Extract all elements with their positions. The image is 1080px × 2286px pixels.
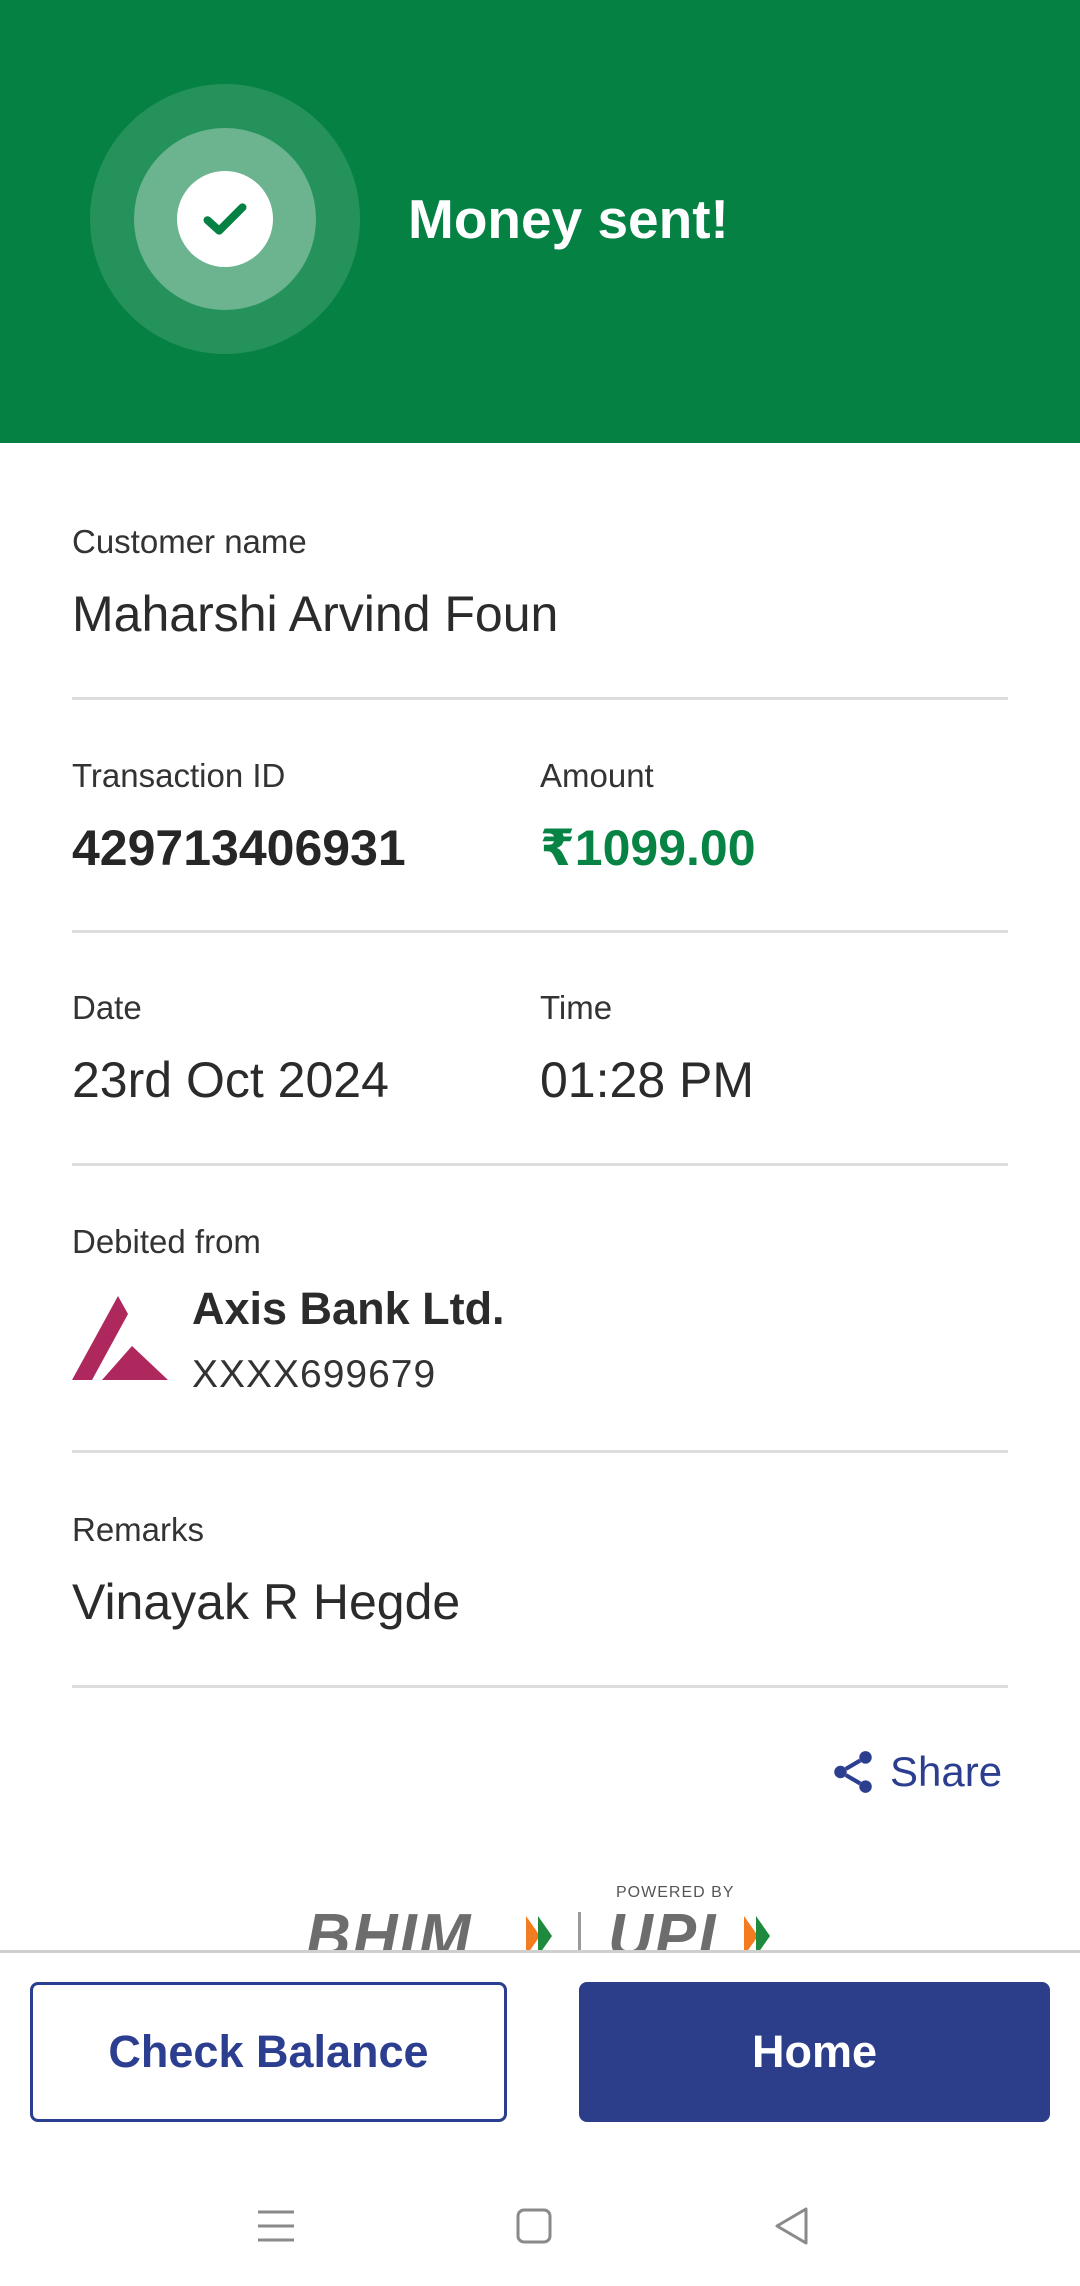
page-title: Money sent!	[408, 188, 729, 250]
remarks-label: Remarks	[72, 1511, 205, 1548]
powered-by-text: POWERED BY	[616, 1884, 735, 1901]
logo-separator	[578, 1912, 581, 1950]
time-value: 01:28 PM	[540, 1052, 755, 1108]
bank-account-number: XXXX699679	[192, 1353, 437, 1396]
upi-arrow-icon	[744, 1916, 770, 1950]
system-nav-bar	[0, 2166, 1080, 2286]
checkmark-icon	[203, 203, 247, 235]
bhim-upi-logo: POWERED BY BHIM UPI	[300, 1884, 790, 1950]
divider	[72, 1685, 1008, 1688]
success-check-icon	[177, 171, 273, 267]
bottom-bar-divider	[0, 1950, 1080, 1953]
customer-name-value: Maharshi Arvind Foun	[72, 586, 559, 642]
date-label: Date	[72, 989, 142, 1026]
bhim-logo-text: BHIM	[306, 1902, 473, 1951]
payment-success-screen: Money sent! Customer name Maharshi Arvin…	[0, 0, 1080, 2286]
date-value: 23rd Oct 2024	[72, 1052, 389, 1108]
upi-logo-text: UPI	[608, 1902, 718, 1951]
home-button[interactable]: Home	[579, 1982, 1050, 2122]
back-triangle-icon[interactable]	[732, 2166, 852, 2286]
debited-from-label: Debited from	[72, 1223, 261, 1260]
success-header: Money sent!	[0, 0, 1080, 443]
time-label: Time	[540, 989, 613, 1026]
axis-bank-logo	[72, 1296, 168, 1380]
share-icon	[834, 1751, 872, 1793]
bank-name: Axis Bank Ltd.	[192, 1283, 505, 1334]
check-balance-button[interactable]: Check Balance	[30, 1982, 507, 2122]
share-button[interactable]: Share	[828, 1742, 1002, 1802]
divider	[72, 930, 1008, 933]
amount-label: Amount	[540, 757, 654, 794]
home-square-icon[interactable]	[474, 2166, 594, 2286]
amount-value: ₹1099.00	[540, 820, 756, 876]
menu-icon[interactable]	[216, 2166, 336, 2286]
transaction-id-label: Transaction ID	[72, 757, 286, 794]
divider	[72, 697, 1008, 700]
divider	[72, 1163, 1008, 1166]
bhim-arrow-icon	[526, 1916, 552, 1950]
customer-name-label: Customer name	[72, 523, 307, 560]
transaction-id-value: 429713406931	[72, 820, 406, 876]
remarks-value: Vinayak R Hegde	[72, 1574, 461, 1630]
share-label: Share	[890, 1748, 1003, 1795]
divider	[72, 1450, 1008, 1453]
